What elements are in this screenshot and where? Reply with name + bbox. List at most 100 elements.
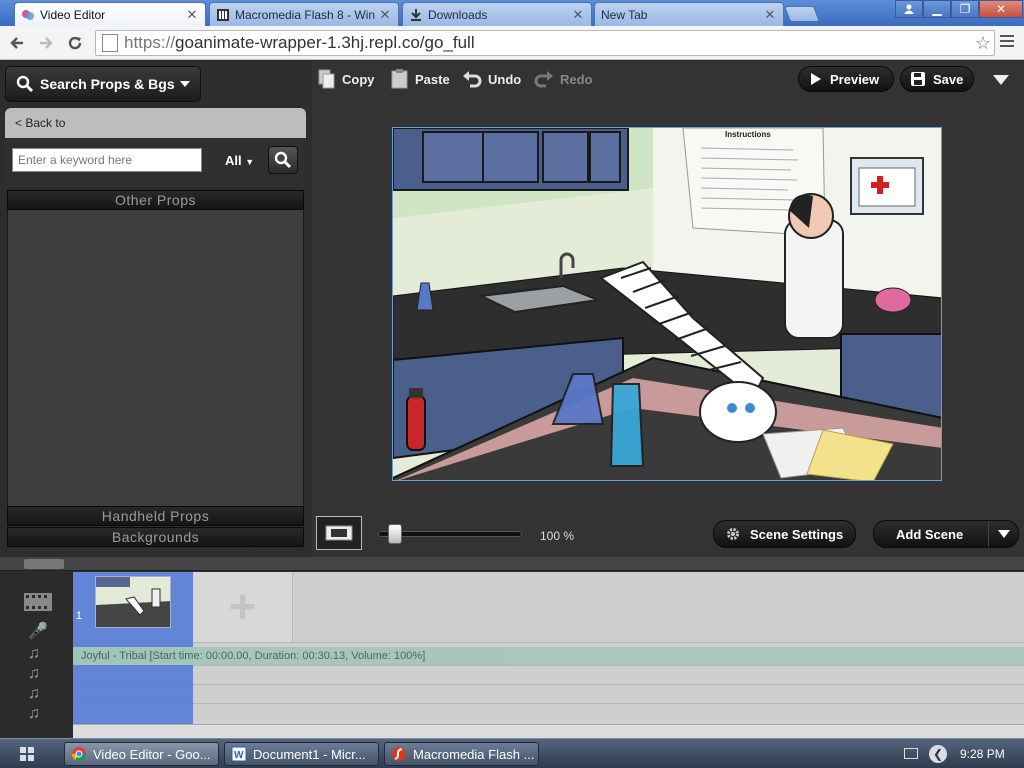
music-note-icon: ♫: [28, 705, 40, 722]
windows-taskbar: Video Editor - Goo... W Document1 - Micr…: [0, 738, 1024, 768]
sound-track-bar[interactable]: Joyful - Tribal [Start time: 00:00.00, D…: [73, 647, 1024, 665]
undo-icon: [462, 70, 482, 88]
zoom-slider-handle[interactable]: [388, 524, 403, 544]
empty-scene-slot[interactable]: +: [193, 572, 293, 642]
paste-button[interactable]: Paste: [391, 66, 450, 92]
show-hidden-icons-arrow-icon[interactable]: ❮: [929, 745, 947, 763]
address-bar[interactable]: https://goanimate-wrapper-1.3hj.repl.co/…: [95, 30, 995, 56]
scene-number: 1: [76, 610, 83, 622]
back-to-link[interactable]: < Back to: [5, 108, 306, 138]
reload-icon[interactable]: [64, 32, 86, 54]
chrome-icon: [71, 746, 87, 762]
page-favicon-icon: [216, 8, 230, 22]
taskbar-item-document1[interactable]: W Document1 - Micr...: [224, 742, 379, 766]
taskbar-item-video-editor[interactable]: Video Editor - Goo...: [64, 742, 219, 766]
search-button[interactable]: [268, 146, 298, 174]
browser-toolbar: https://goanimate-wrapper-1.3hj.repl.co/…: [0, 26, 1024, 60]
chevron-down-icon: [180, 81, 190, 87]
music-note-icon: ♫: [28, 685, 40, 702]
chevron-down-icon: ▼: [245, 157, 255, 167]
url-text[interactable]: https://goanimate-wrapper-1.3hj.repl.co/…: [124, 33, 972, 53]
gear-icon: [726, 527, 740, 541]
timeline-zoom-handle[interactable]: [24, 559, 64, 569]
minimize-window-button[interactable]: ▁: [923, 0, 951, 18]
close-tab-icon[interactable]: ✕: [571, 7, 585, 23]
timeline: 🎤 ♫ ♫ ♫ ♫ 1 + Joyful - Tribal [Start tim…: [0, 557, 1024, 738]
film-strip-icon: [24, 593, 52, 616]
flash-icon: [391, 746, 407, 762]
lab-scene-illustration: Instructions: [393, 128, 941, 480]
floppy-disk-icon: [911, 72, 925, 86]
plus-icon: +: [228, 580, 257, 634]
download-icon: [409, 8, 423, 22]
search-icon: [16, 75, 34, 93]
category-backgrounds[interactable]: Backgrounds: [7, 527, 304, 547]
svg-text:W: W: [234, 750, 244, 761]
save-button[interactable]: Save: [900, 66, 974, 92]
add-scene-button[interactable]: Add Scene: [873, 520, 1019, 548]
camera-icon: [325, 524, 353, 542]
taskbar-item-macromedia-flash[interactable]: Macromedia Flash ...: [384, 742, 539, 766]
tab-video-editor[interactable]: Video Editor ✕: [14, 2, 206, 26]
start-button[interactable]: [12, 742, 42, 766]
preview-button[interactable]: Preview: [798, 66, 894, 92]
tab-label: Macromedia Flash 8 - Win : M: [235, 7, 378, 22]
new-tab-button[interactable]: [784, 6, 820, 22]
close-tab-icon[interactable]: ✕: [378, 7, 392, 23]
keyword-search-input[interactable]: [12, 148, 202, 172]
word-document-icon: W: [231, 746, 247, 762]
thumbnail-toggle-button[interactable]: [316, 516, 362, 550]
browser-tab-strip: Video Editor ✕ Macromedia Flash 8 - Win …: [0, 0, 1024, 26]
scene-thumbnail[interactable]: [95, 576, 171, 628]
timeline-ruler: [0, 557, 1024, 571]
more-options-chevron-icon[interactable]: [993, 74, 1009, 88]
redo-icon: [534, 70, 554, 88]
close-tab-icon[interactable]: ✕: [763, 7, 777, 23]
scene-settings-button[interactable]: Scene Settings: [713, 520, 857, 548]
poster-title: Instructions: [725, 130, 771, 139]
microphone-icon: 🎤: [28, 623, 48, 640]
redo-button[interactable]: Redo: [534, 66, 593, 92]
play-icon: [811, 73, 821, 85]
props-list[interactable]: [7, 210, 304, 506]
tab-new-tab[interactable]: New Tab ✕: [594, 2, 784, 26]
forward-arrow-icon[interactable]: [35, 32, 57, 54]
add-scene-chevron-icon[interactable]: [988, 521, 1018, 547]
windows-logo-icon: [20, 747, 34, 761]
goanimate-favicon-icon: [21, 8, 35, 22]
tab-label: New Tab: [601, 7, 648, 22]
undo-button[interactable]: Undo: [462, 66, 521, 92]
back-arrow-icon[interactable]: [6, 32, 28, 54]
user-profile-icon[interactable]: [895, 0, 923, 18]
keyboard-icon[interactable]: [904, 748, 918, 759]
video-editor-app: Search Props & Bgs < Back to All ▼ Other…: [0, 61, 1024, 738]
restore-window-button[interactable]: ❐: [951, 0, 979, 18]
search-props-label: Search Props & Bgs: [40, 76, 175, 92]
music-note-icon: ♫: [28, 665, 40, 682]
copy-icon: [318, 69, 336, 89]
filter-row: All ▼: [5, 138, 306, 188]
props-panel: Search Props & Bgs < Back to All ▼ Other…: [0, 61, 312, 557]
taskbar-clock[interactable]: 9:28 PM: [960, 747, 1005, 761]
music-note-icon: ♫: [28, 645, 40, 662]
search-icon: [274, 151, 292, 169]
page-icon: [102, 34, 118, 52]
close-tab-icon[interactable]: ✕: [185, 7, 199, 23]
paste-icon: [391, 69, 409, 89]
tab-macromedia-flash[interactable]: Macromedia Flash 8 - Win : M ✕: [209, 2, 399, 26]
bookmark-star-icon[interactable]: ☆: [972, 33, 994, 54]
timeline-tracks[interactable]: 1 + Joyful - Tribal [Start time: 00:00.0…: [73, 572, 1024, 724]
category-filter-select[interactable]: All ▼: [225, 153, 254, 168]
close-window-button[interactable]: ✕: [979, 0, 1023, 18]
tab-label: Downloads: [428, 7, 488, 22]
zoom-level-label: 100 %: [540, 529, 575, 543]
search-props-dropdown[interactable]: Search Props & Bgs: [5, 66, 201, 102]
category-other-props[interactable]: Other Props: [7, 190, 304, 210]
copy-button[interactable]: Copy: [318, 66, 375, 92]
tab-downloads[interactable]: Downloads ✕: [402, 2, 592, 26]
timeline-horizontal-scrollbar[interactable]: [73, 724, 1024, 738]
category-handheld-props[interactable]: Handheld Props: [7, 506, 304, 526]
browser-menu-icon[interactable]: [1000, 35, 1014, 50]
scene-stage[interactable]: Instructions: [392, 127, 942, 481]
tab-label: Video Editor: [40, 7, 106, 22]
